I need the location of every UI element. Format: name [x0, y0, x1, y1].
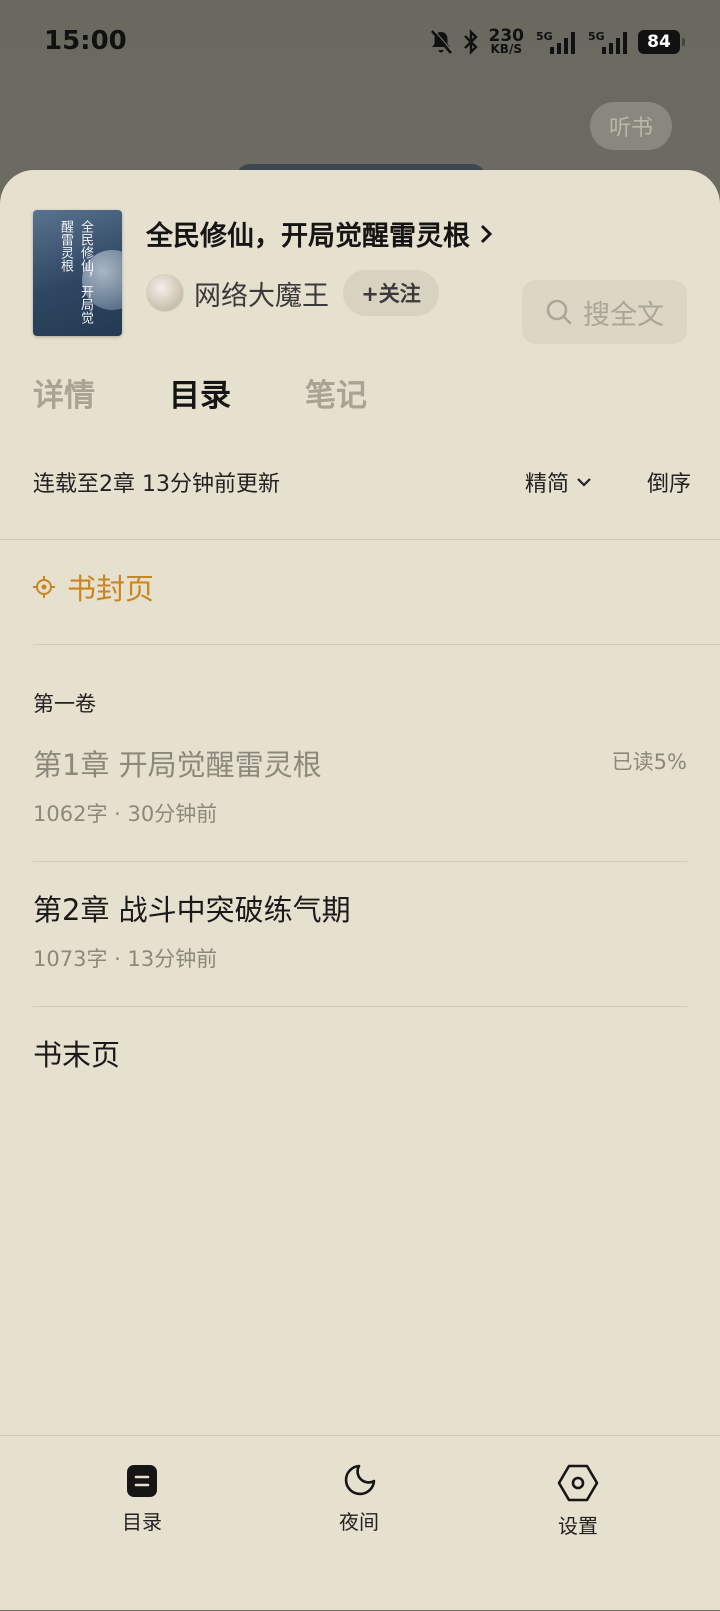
- tab-bar: 详情 目录 笔记: [33, 370, 367, 415]
- chevron-right-icon: [480, 224, 493, 243]
- divider: [33, 644, 720, 645]
- moon-icon: [344, 1464, 376, 1496]
- book-title-link[interactable]: 全民修仙，开局觉醒雷灵根: [146, 214, 494, 253]
- cover-page-label: 书封页: [67, 572, 155, 606]
- serial-status: 连载至2章 13分钟前更新: [33, 472, 280, 497]
- status-bar: 15:00 230 KB/S 5G 5G 84: [0, 0, 720, 86]
- divider: [33, 861, 687, 862]
- book-cover[interactable]: 全民修仙，开局觉醒雷灵根: [33, 210, 122, 336]
- catalog-sheet: 全民修仙，开局觉醒雷灵根 全民修仙，开局觉醒雷灵根 网络大魔王 +关注 搜全文 …: [0, 170, 720, 1610]
- reverse-order-button[interactable]: 倒序: [647, 466, 691, 498]
- cover-title: 全民修仙，开局觉醒雷灵根: [58, 220, 93, 324]
- follow-button[interactable]: +关注: [343, 270, 439, 316]
- signal-5g-icon: 5G: [536, 30, 575, 54]
- end-page-item[interactable]: 书末页: [33, 1032, 120, 1074]
- tab-notes[interactable]: 笔记: [305, 370, 367, 415]
- svg-text:5G: 5G: [588, 30, 605, 43]
- author-row: 网络大魔王 +关注: [146, 270, 439, 316]
- chapter-name: 第1章 开局觉醒雷灵根: [33, 748, 322, 782]
- divider: [0, 539, 720, 540]
- chapter-name: 第2章 战斗中突破练气期: [33, 893, 351, 927]
- script-select[interactable]: 精简: [525, 466, 593, 498]
- nav-settings-label: 设置: [558, 1514, 598, 1538]
- cover-page-item[interactable]: 书封页: [33, 566, 154, 608]
- nav-settings[interactable]: 设置: [518, 1464, 638, 1539]
- signal-5g-icon-2: 5G: [588, 30, 627, 54]
- battery-indicator: 84: [638, 29, 685, 54]
- nav-night[interactable]: 夜间: [299, 1464, 419, 1535]
- status-time: 15:00: [44, 26, 127, 56]
- book-title: 全民修仙，开局觉醒雷灵根: [146, 221, 470, 252]
- chapter-info: 1073字 · 13分钟前: [33, 947, 218, 971]
- locate-icon: [33, 576, 55, 598]
- nav-toc-label: 目录: [122, 1510, 162, 1534]
- toc-icon: [127, 1465, 157, 1497]
- svg-text:5G: 5G: [536, 30, 553, 43]
- divider: [33, 1006, 687, 1007]
- status-icons: 230 KB/S 5G 5G 84: [429, 26, 685, 56]
- nav-toc[interactable]: 目录: [82, 1464, 202, 1535]
- toc-meta-row: 连载至2章 13分钟前更新 精简 倒序: [33, 466, 691, 498]
- bottom-nav: 目录 夜间 设置: [0, 1435, 720, 1611]
- mute-bell-icon: [430, 28, 453, 54]
- net-speed: 230 KB/S: [488, 26, 525, 56]
- chevron-down-icon: [577, 478, 591, 487]
- search-fulltext-button[interactable]: 搜全文: [522, 280, 687, 344]
- nav-night-label: 夜间: [339, 1510, 379, 1534]
- script-select-value: 精简: [524, 472, 569, 497]
- search-placeholder: 搜全文: [583, 299, 664, 331]
- author-avatar[interactable]: [146, 274, 184, 312]
- listen-button[interactable]: 听书: [590, 102, 672, 150]
- read-progress: 已读5%: [611, 750, 687, 774]
- tab-details[interactable]: 详情: [33, 370, 95, 415]
- author-name[interactable]: 网络大魔王: [194, 274, 329, 313]
- search-icon: [546, 299, 572, 325]
- chapter-item-2[interactable]: 第2章 战斗中突破练气期 1073字 · 13分钟前: [33, 887, 687, 973]
- volume-title: 第一卷: [33, 692, 96, 716]
- chapter-info: 1062字 · 30分钟前: [33, 802, 218, 826]
- bluetooth-icon: [463, 28, 478, 55]
- tab-toc[interactable]: 目录: [169, 370, 231, 415]
- chapter-item-1[interactable]: 第1章 开局觉醒雷灵根 1062字 · 30分钟前 已读5%: [33, 742, 687, 828]
- settings-icon: [557, 1464, 599, 1502]
